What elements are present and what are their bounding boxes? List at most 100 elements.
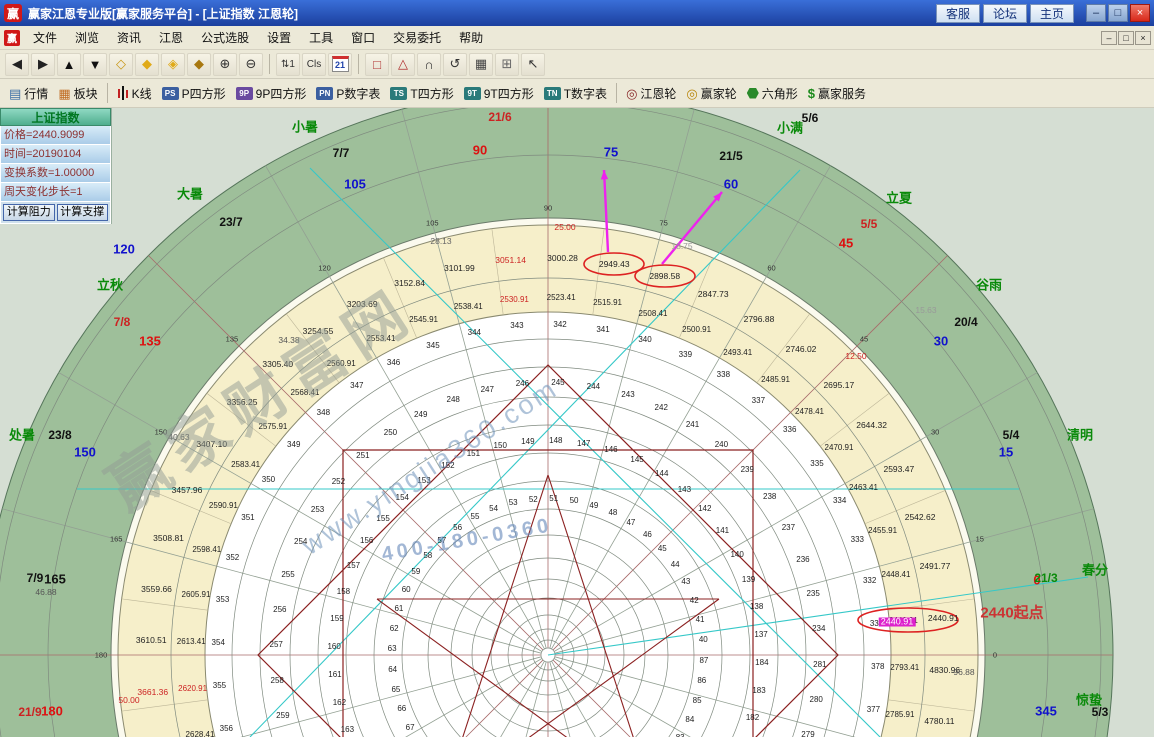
btn-gann-wheel-label: 江恩轮 <box>640 86 677 101</box>
btn-t-table[interactable]: TN T数字表 <box>543 85 608 102</box>
btn-sectors[interactable]: ▦ 板块 <box>58 85 97 102</box>
tool-calendar[interactable]: 21 <box>328 52 352 76</box>
btn-winner-wheel-icon: ◎ <box>686 85 698 101</box>
tool-diamond-dark[interactable]: ◆ <box>187 52 211 76</box>
menu-帮助[interactable]: 帮助 <box>450 26 492 49</box>
calendar-icon: 21 <box>331 56 349 72</box>
btn-9p-square-icon: 9P <box>235 86 253 100</box>
tool-diamond-center[interactable]: ◈ <box>161 52 185 76</box>
btn-service-label: 赢家服务 <box>818 86 867 101</box>
nav-back[interactable]: ◀ <box>5 52 29 76</box>
panel-btn-计算阻力[interactable]: 计算阻力 <box>3 204 55 221</box>
btn-9t-square-label: 9T四方形 <box>483 86 534 101</box>
btn-t-square[interactable]: TS T四方形 <box>390 85 454 102</box>
btn-9p-square-label: 9P四方形 <box>255 86 307 101</box>
menu-设置[interactable]: 设置 <box>258 26 300 49</box>
stock-name: 上证指数 <box>0 108 111 126</box>
stock-info-panel: 上证指数 价格=2440.9099 时间=20190104 变换系数=1.00000… <box>0 108 112 224</box>
btn-gann-wheel[interactable]: ◎ 江恩轮 <box>626 85 676 102</box>
tool-triangle[interactable]: △ <box>391 52 415 76</box>
btn-9t-square[interactable]: 9T 9T四方形 <box>463 85 534 102</box>
btn-forum[interactable]: 论坛 <box>982 3 1027 23</box>
panel-buttons: 计算阻力 计算支撑 <box>0 202 111 224</box>
toolbar-charts: ▤ 行情 ▦ 板块 K线 PS P四方形 9P 9P四方形 PN P数字表 TS T四方形 9T 9T四方形… <box>0 79 1154 108</box>
btn-support[interactable]: 客服 <box>935 3 980 23</box>
tool-diamond-outline[interactable]: ◇ <box>109 52 133 76</box>
tool-step[interactable]: ⇅1 <box>276 52 300 76</box>
menu-资讯[interactable]: 资讯 <box>108 26 150 49</box>
tool-down-triangle[interactable]: ▼ <box>83 52 107 76</box>
menu-文件[interactable]: 文件 <box>24 26 66 49</box>
tool-pointer[interactable]: ↖ <box>521 52 545 76</box>
btn-t-table-icon: TN <box>543 86 561 100</box>
mdi-restore-button[interactable]: □ <box>1118 30 1134 45</box>
btn-quotes-label: 行情 <box>24 86 49 101</box>
menu-交易委托[interactable]: 交易委托 <box>384 26 450 49</box>
btn-kline-label: K线 <box>131 86 152 101</box>
window-title: 赢家江恩专业版[赢家服务平台] - [上证指数 江恩轮] <box>28 6 298 21</box>
tool-crosshair[interactable]: ⊞ <box>495 52 519 76</box>
panel-row: 周天变化步长=1 <box>0 183 111 202</box>
btn-sectors-icon: ▦ <box>58 85 71 101</box>
btn-p-table-icon: PN <box>316 86 334 100</box>
tool-grid[interactable]: ▦ <box>469 52 493 76</box>
btn-winner-wheel[interactable]: ◎ 赢家轮 <box>686 85 736 102</box>
panel-row: 时间=20190104 <box>0 145 111 164</box>
title-bar: 赢 赢家江恩专业版[赢家服务平台] - [上证指数 江恩轮] 客服 论坛 主页 – □… <box>0 0 1154 26</box>
mdi-minimize-button[interactable]: – <box>1101 30 1117 45</box>
tool-square[interactable]: □ <box>365 52 389 76</box>
btn-service[interactable]: $ 赢家服务 <box>808 85 866 102</box>
menu-公式选股[interactable]: 公式选股 <box>192 26 258 49</box>
mdi-close-button[interactable]: × <box>1135 30 1151 45</box>
close-button[interactable]: × <box>1130 4 1150 22</box>
gann-wheel-canvas[interactable]: 0153045607590105120135150165180195210225… <box>0 108 1154 737</box>
nav-forward[interactable]: ▶ <box>31 52 55 76</box>
btn-hexagon[interactable]: 六角形 <box>746 85 798 102</box>
btn-home[interactable]: 主页 <box>1029 3 1074 23</box>
btn-service-icon: $ <box>807 85 816 101</box>
mdi-window-controls: – □ × <box>1100 30 1151 45</box>
btn-sectors-label: 板块 <box>73 86 98 101</box>
btn-kline[interactable]: K线 <box>116 85 152 102</box>
btn-quotes-icon: ▤ <box>9 85 22 101</box>
panel-row: 价格=2440.9099 <box>0 126 111 145</box>
panel-btn-计算支撑[interactable]: 计算支撑 <box>56 204 108 221</box>
hexagon-icon <box>746 87 759 99</box>
btn-t-square-label: T四方形 <box>410 86 454 101</box>
titlebar-quick-buttons: 客服 论坛 主页 <box>933 3 1074 23</box>
toolbar-main: ◀ ▶ ▲ ▼ ◇ ◆ ◈ ◆ ⊕ ⊖ ⇅1 Cls 21 □ △ ∩ ↺ ▦ ⊞ ↖ <box>0 50 1154 79</box>
tool-arc[interactable]: ∩ <box>417 52 441 76</box>
panel-row: 变换系数=1.00000 <box>0 164 111 183</box>
btn-p-square[interactable]: PS P四方形 <box>161 85 226 102</box>
tool-up-triangle[interactable]: ▲ <box>57 52 81 76</box>
btn-t-square-icon: TS <box>390 86 408 100</box>
btn-t-table-label: T数字表 <box>563 86 608 101</box>
btn-9t-square-icon: 9T <box>463 86 481 100</box>
menu-logo-icon: 赢 <box>4 29 20 46</box>
menu-江恩[interactable]: 江恩 <box>150 26 192 49</box>
tool-rotate[interactable]: ↺ <box>443 52 467 76</box>
btn-quotes[interactable]: ▤ 行情 <box>9 85 48 102</box>
kline-icon <box>116 86 129 100</box>
zoom-in[interactable]: ⊕ <box>213 52 237 76</box>
menu-浏览[interactable]: 浏览 <box>66 26 108 49</box>
minimize-button[interactable]: – <box>1086 4 1106 22</box>
app-icon: 赢 <box>4 4 22 22</box>
toolbar-separator <box>358 54 359 74</box>
menu-工具[interactable]: 工具 <box>300 26 342 49</box>
gann-wheel-svg <box>0 108 1114 737</box>
toolbar-separator <box>269 54 270 74</box>
zoom-out[interactable]: ⊖ <box>239 52 263 76</box>
toolbar-separator <box>106 83 108 103</box>
btn-p-square-icon: PS <box>161 86 179 100</box>
btn-p-table[interactable]: PN P数字表 <box>316 85 380 102</box>
btn-p-table-label: P数字表 <box>336 86 381 101</box>
toolbar-separator <box>616 83 618 103</box>
menu-items: 文件 浏览 资讯 江恩 公式选股 设置 工具 窗口 交易委托 帮助 <box>24 26 492 49</box>
maximize-button[interactable]: □ <box>1108 4 1128 22</box>
stock-info-rows: 价格=2440.9099 时间=20190104 变换系数=1.00000 周天变化步… <box>0 126 111 202</box>
menu-窗口[interactable]: 窗口 <box>342 26 384 49</box>
tool-diamond-solid[interactable]: ◆ <box>135 52 159 76</box>
btn-9p-square[interactable]: 9P 9P四方形 <box>235 85 307 102</box>
tool-cls[interactable]: Cls <box>302 52 326 76</box>
